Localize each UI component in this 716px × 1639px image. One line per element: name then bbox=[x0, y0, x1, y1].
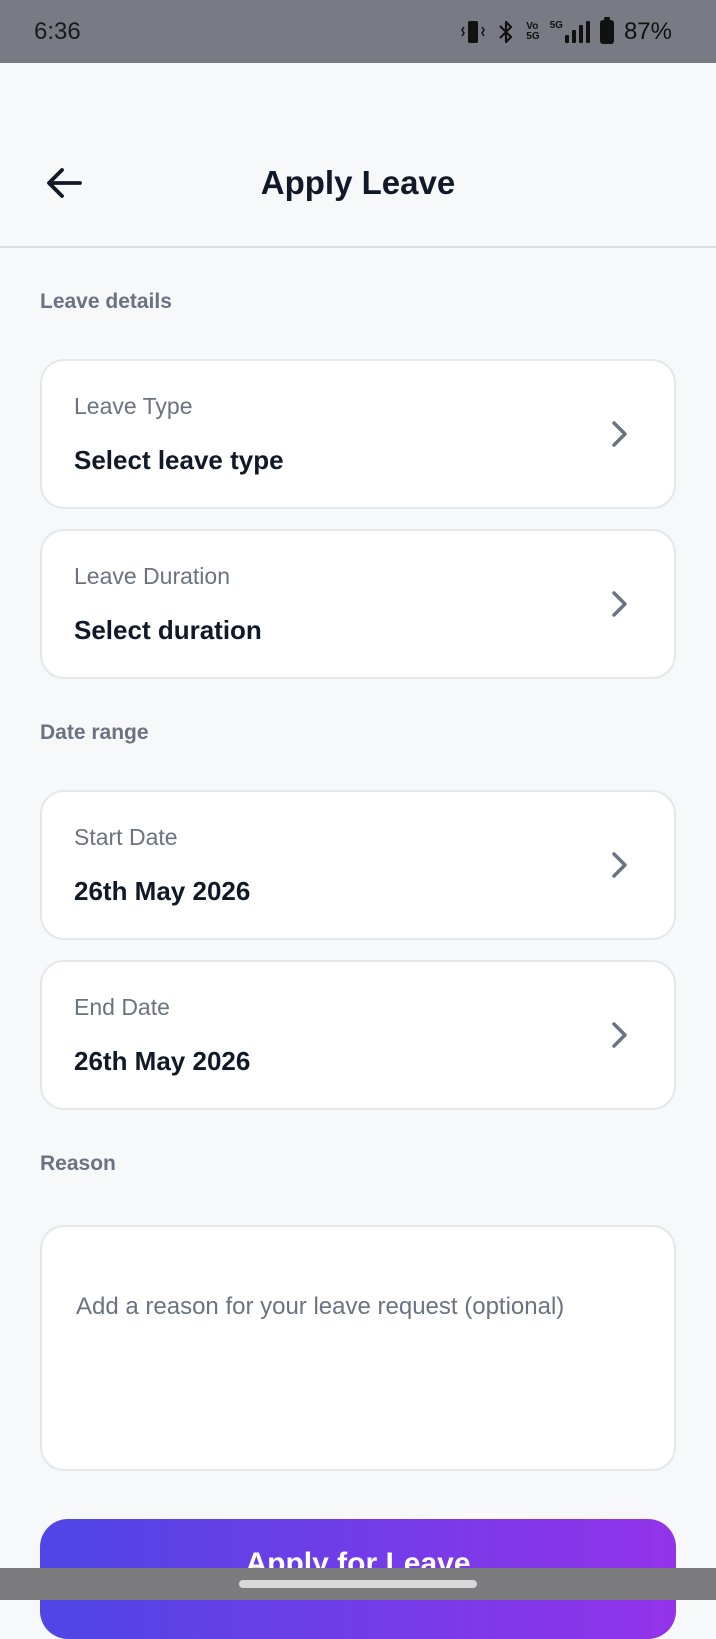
vibrate-icon bbox=[461, 20, 486, 43]
home-gesture-handle[interactable] bbox=[239, 1580, 477, 1588]
start-date-value: 26th May 2026 bbox=[74, 876, 251, 906]
volte-icon: Vo 5G bbox=[526, 20, 540, 42]
section-reason: Reason bbox=[40, 1152, 116, 1175]
system-nav-bar bbox=[0, 1568, 716, 1600]
status-bar: 6:36 Vo 5G 5G 87% bbox=[0, 0, 716, 63]
bluetooth-icon bbox=[499, 20, 513, 43]
section-date-range: Date range bbox=[40, 721, 149, 744]
network-type-label: 5G bbox=[549, 19, 563, 31]
leave-duration-selector[interactable]: Leave Duration Select duration bbox=[40, 529, 676, 679]
end-date-selector[interactable]: End Date 26th May 2026 bbox=[40, 960, 676, 1110]
chevron-right-icon bbox=[612, 591, 627, 617]
leave-type-selector[interactable]: Leave Type Select leave type bbox=[40, 359, 676, 509]
section-leave-details: Leave details bbox=[40, 290, 172, 313]
end-date-label: End Date bbox=[74, 994, 170, 1020]
battery-percent: 87% bbox=[623, 17, 672, 45]
leave-duration-label: Leave Duration bbox=[74, 563, 230, 589]
leave-type-value: Select leave type bbox=[74, 445, 284, 475]
app-header: Apply Leave bbox=[0, 63, 716, 248]
chevron-right-icon bbox=[612, 852, 627, 878]
start-date-selector[interactable]: Start Date 26th May 2026 bbox=[40, 790, 676, 940]
status-time: 6:36 bbox=[34, 17, 81, 45]
status-icons: Vo 5G 5G 87% bbox=[460, 16, 672, 46]
signal-icon: 5G bbox=[549, 19, 590, 43]
leave-duration-value: Select duration bbox=[74, 615, 262, 645]
chevron-right-icon bbox=[612, 1022, 627, 1048]
chevron-right-icon bbox=[612, 421, 627, 447]
battery-icon bbox=[599, 16, 614, 44]
page-title: Apply Leave bbox=[260, 164, 456, 201]
end-date-value: 26th May 2026 bbox=[74, 1046, 251, 1076]
start-date-label: Start Date bbox=[74, 824, 178, 850]
reason-input[interactable] bbox=[76, 1293, 646, 1443]
reason-field[interactable] bbox=[40, 1225, 676, 1471]
leave-type-label: Leave Type bbox=[74, 393, 193, 419]
